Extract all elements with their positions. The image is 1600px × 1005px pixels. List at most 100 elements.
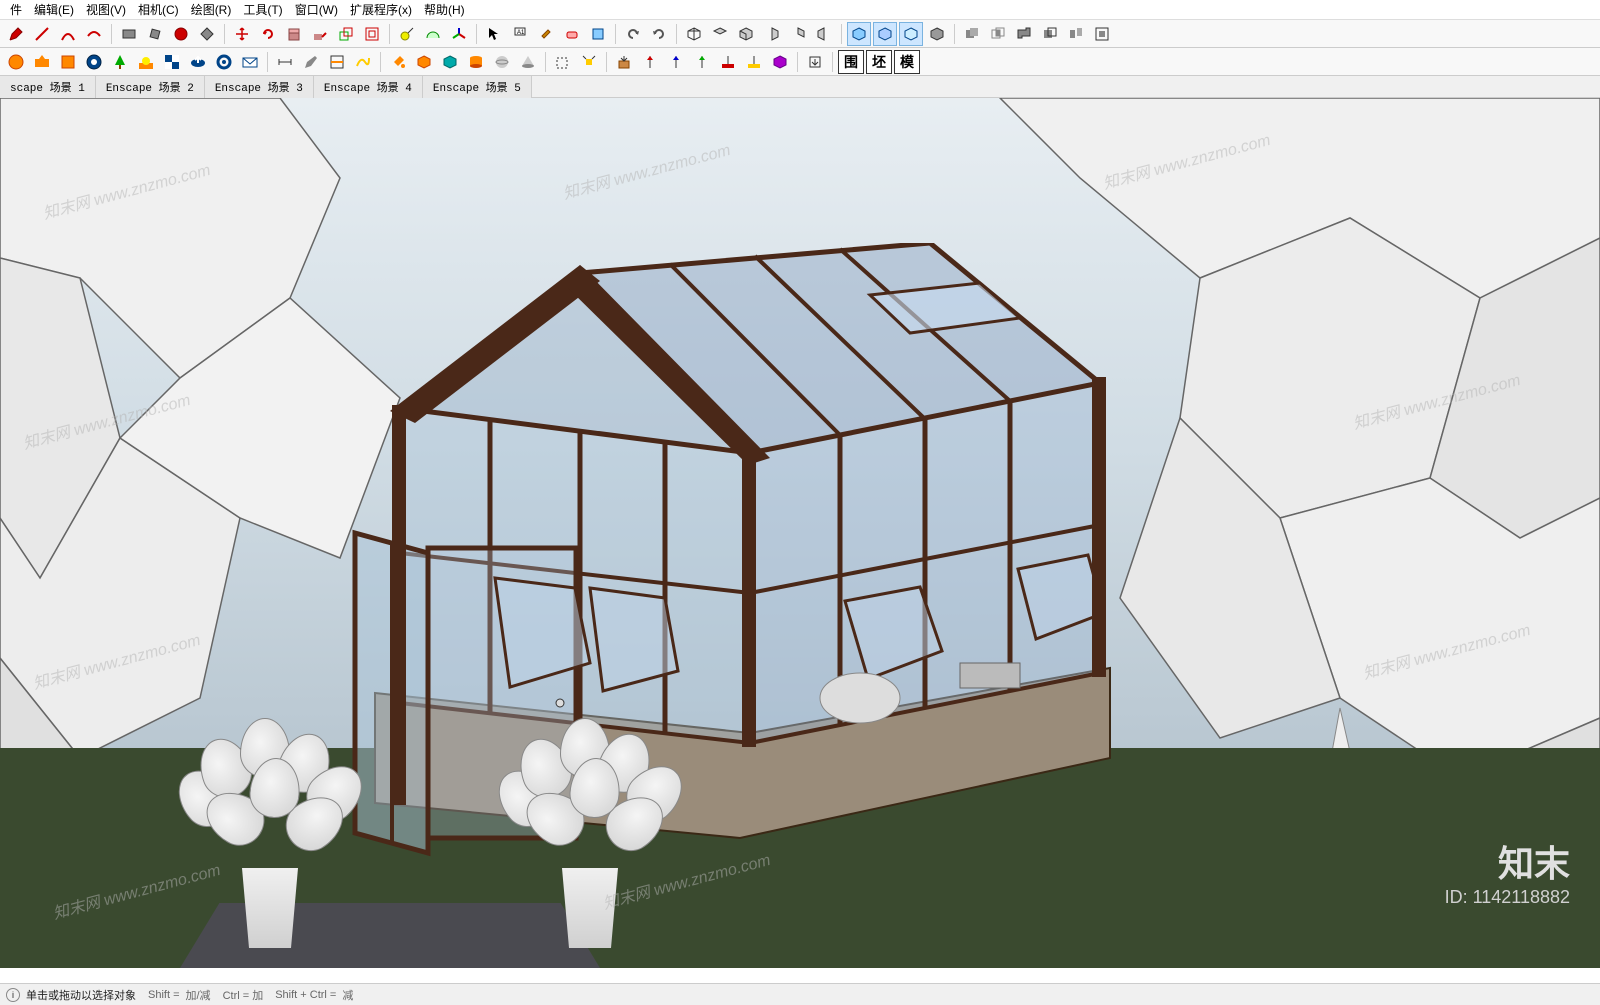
toolbar-row-2: 围 坯 模: [0, 48, 1600, 76]
rotate-icon[interactable]: [256, 22, 280, 46]
flatten-red-icon[interactable]: [716, 50, 740, 74]
axis-up-blue-icon[interactable]: [664, 50, 688, 74]
solid-intersect-icon[interactable]: [986, 22, 1010, 46]
polygon-icon[interactable]: [195, 22, 219, 46]
solid-split-icon[interactable]: [1064, 22, 1088, 46]
undo-icon[interactable]: [621, 22, 645, 46]
rotated-rect-icon[interactable]: [143, 22, 167, 46]
iso-icon[interactable]: [682, 22, 706, 46]
pencil-icon[interactable]: [4, 22, 28, 46]
status-shortcut: Shift =: [148, 989, 180, 1001]
menu-draw[interactable]: 绘图(R): [185, 0, 238, 20]
axes-icon[interactable]: [447, 22, 471, 46]
group-icon[interactable]: [551, 50, 575, 74]
plugin-tree-icon[interactable]: [108, 50, 132, 74]
axis-up-green-icon[interactable]: [690, 50, 714, 74]
left-icon[interactable]: [812, 22, 836, 46]
status-info-icon[interactable]: i: [6, 988, 20, 1002]
menu-window[interactable]: 窗口(W): [289, 0, 344, 20]
wireframe-icon[interactable]: [899, 22, 923, 46]
camera-view-icon[interactable]: [847, 22, 871, 46]
top-icon[interactable]: [708, 22, 732, 46]
scale-icon[interactable]: [334, 22, 358, 46]
explode-icon[interactable]: [577, 50, 601, 74]
move-icon[interactable]: [230, 22, 254, 46]
select-icon[interactable]: [482, 22, 506, 46]
separator: [476, 24, 477, 44]
plugin-sun-icon[interactable]: [134, 50, 158, 74]
pencil2-icon[interactable]: [299, 50, 323, 74]
offset-icon[interactable]: [360, 22, 384, 46]
shaded-icon[interactable]: [925, 22, 949, 46]
followme-icon[interactable]: [308, 22, 332, 46]
arc-icon[interactable]: [56, 22, 80, 46]
cjk-button-2[interactable]: 坯: [866, 50, 892, 74]
section-icon[interactable]: [325, 50, 349, 74]
plugin-icon-2[interactable]: [30, 50, 54, 74]
right-icon[interactable]: [760, 22, 784, 46]
brand-id: ID: 1142118882: [1445, 887, 1570, 908]
export-icon[interactable]: [803, 50, 827, 74]
menu-file[interactable]: 件: [4, 0, 28, 20]
cone-icon[interactable]: [516, 50, 540, 74]
sphere-icon[interactable]: [490, 50, 514, 74]
separator: [606, 52, 607, 72]
separator: [615, 24, 616, 44]
xray-icon[interactable]: [873, 22, 897, 46]
front-icon[interactable]: [734, 22, 758, 46]
dimension-icon[interactable]: [273, 50, 297, 74]
solid-subtract-icon[interactable]: [1012, 22, 1036, 46]
axis-up-red-icon[interactable]: [638, 50, 662, 74]
component-icon[interactable]: [586, 22, 610, 46]
menu-tools[interactable]: 工具(T): [237, 0, 288, 20]
pushpull-icon[interactable]: [282, 22, 306, 46]
scene-tab-1[interactable]: scape 场景 1: [0, 76, 96, 98]
plugin-icon-4[interactable]: [82, 50, 106, 74]
menu-edit[interactable]: 编辑(E): [28, 0, 80, 20]
cylinder-icon[interactable]: [464, 50, 488, 74]
circle-icon[interactable]: [169, 22, 193, 46]
plugin-gear-icon[interactable]: [212, 50, 236, 74]
box-orange-icon[interactable]: [412, 50, 436, 74]
menu-help[interactable]: 帮助(H): [418, 0, 471, 20]
scene-tab-2[interactable]: Enscape 场景 2: [96, 76, 205, 98]
redo-icon[interactable]: [647, 22, 671, 46]
line-icon[interactable]: [30, 22, 54, 46]
plugin-icon-1[interactable]: [4, 50, 28, 74]
solid-union-icon[interactable]: [960, 22, 984, 46]
menu-extensions[interactable]: 扩展程序(x): [344, 0, 418, 20]
plugin-cloud-icon[interactable]: [186, 50, 210, 74]
unpack-icon[interactable]: [612, 50, 636, 74]
plugin-checker-icon[interactable]: [160, 50, 184, 74]
scene-tab-5[interactable]: Enscape 场景 5: [423, 76, 532, 98]
status-shortcut: 加/减: [186, 987, 211, 1003]
cjk-button-3[interactable]: 模: [894, 50, 920, 74]
solid-outer-icon[interactable]: [1090, 22, 1114, 46]
separator: [797, 52, 798, 72]
scene-tab-3[interactable]: Enscape 场景 3: [205, 76, 314, 98]
menu-camera[interactable]: 相机(C): [132, 0, 185, 20]
protractor-icon[interactable]: [421, 22, 445, 46]
arc2-icon[interactable]: [82, 22, 106, 46]
curve-icon[interactable]: [351, 50, 375, 74]
separator: [832, 52, 833, 72]
paint-icon[interactable]: [534, 22, 558, 46]
paint-bucket-icon[interactable]: [386, 50, 410, 74]
text-icon[interactable]: A1: [508, 22, 532, 46]
viewport-3d[interactable]: 知末网 www.znzmo.com 知末网 www.znzmo.com 知末网 …: [0, 98, 1600, 968]
plugin-mail-icon[interactable]: [238, 50, 262, 74]
plugin-icon-3[interactable]: [56, 50, 80, 74]
scene-tab-4[interactable]: Enscape 场景 4: [314, 76, 423, 98]
back-icon[interactable]: [786, 22, 810, 46]
box-teal-icon[interactable]: [438, 50, 462, 74]
cjk-button-1[interactable]: 围: [838, 50, 864, 74]
solid-trim-icon[interactable]: [1038, 22, 1062, 46]
rectangle-icon[interactable]: [117, 22, 141, 46]
separator: [841, 24, 842, 44]
flatten-yellow-icon[interactable]: [742, 50, 766, 74]
status-shortcut: 减: [342, 987, 353, 1003]
eraser-icon[interactable]: [560, 22, 584, 46]
menu-view[interactable]: 视图(V): [80, 0, 132, 20]
tape-icon[interactable]: [395, 22, 419, 46]
box-purple-icon[interactable]: [768, 50, 792, 74]
